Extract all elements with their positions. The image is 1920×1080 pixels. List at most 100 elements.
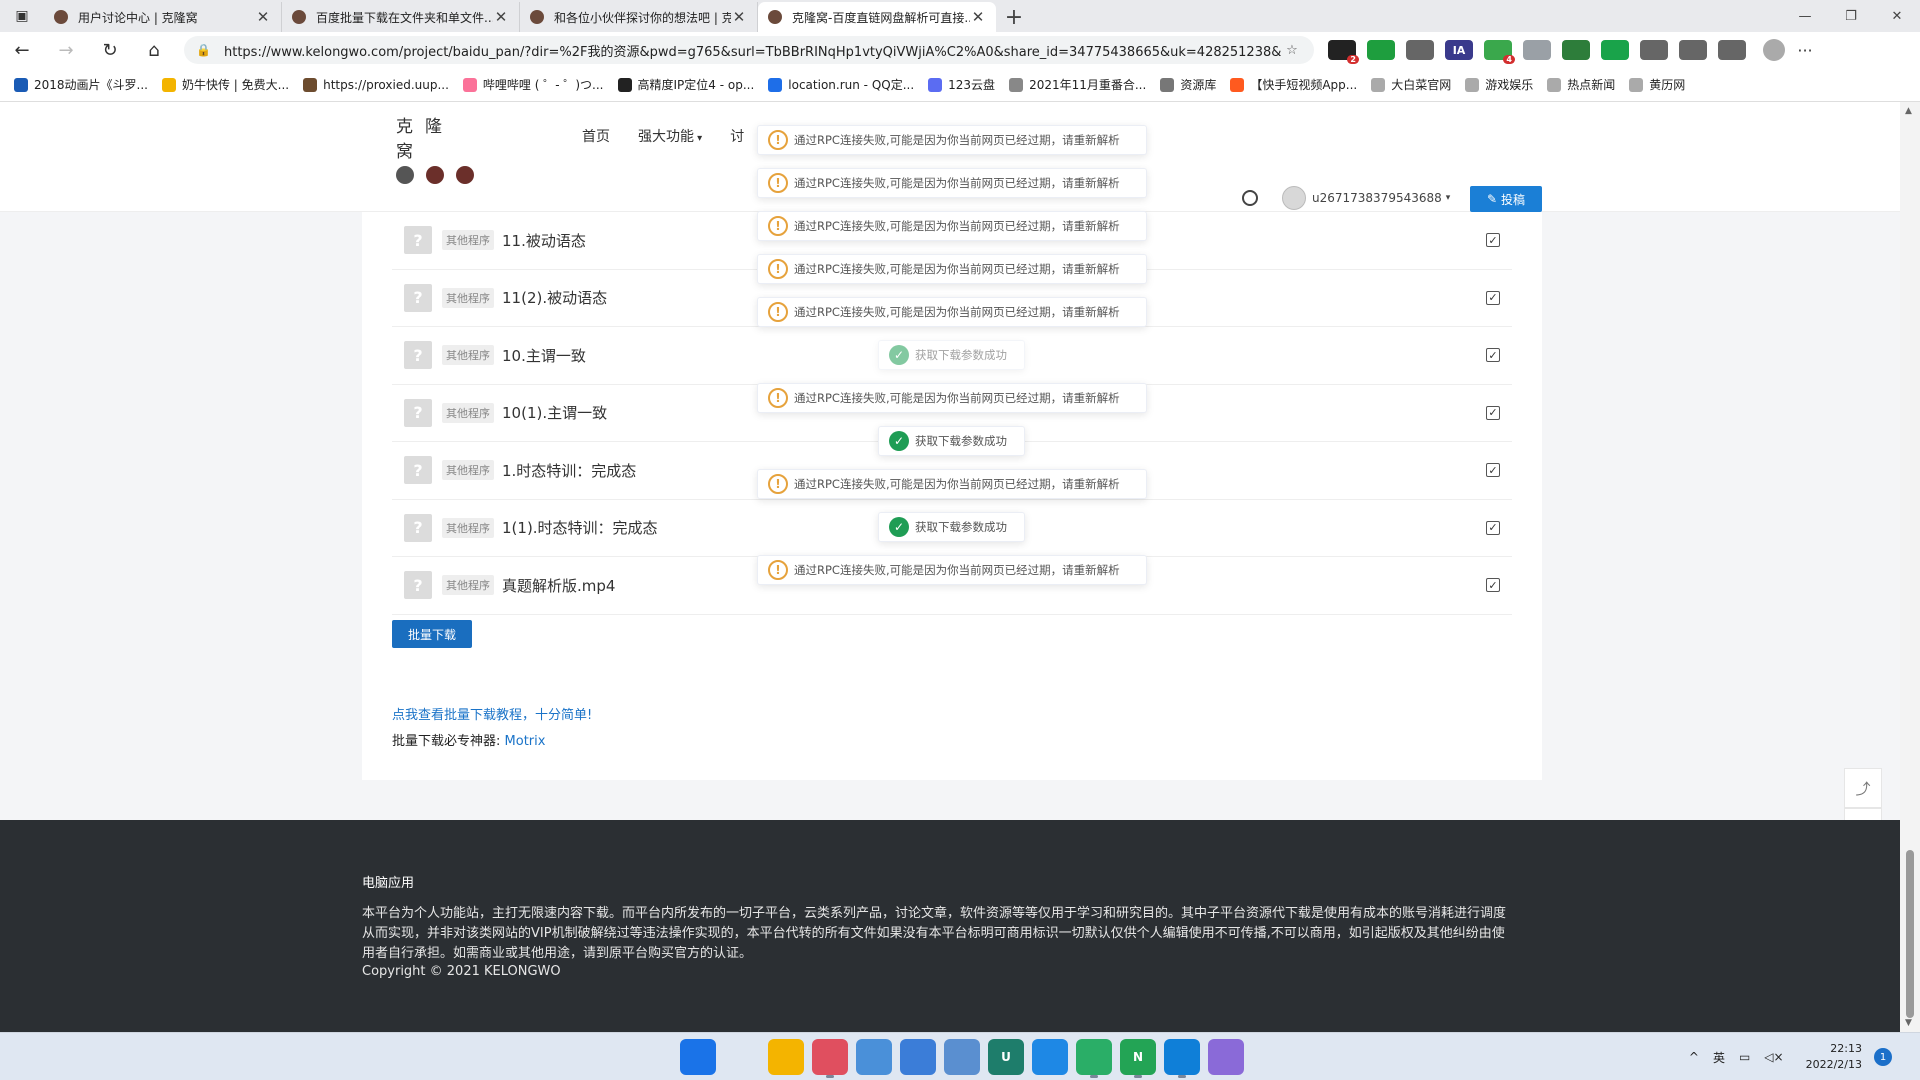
shield-extension-icon[interactable] <box>1367 40 1395 60</box>
tab-close-icon[interactable]: ✕ <box>970 8 986 26</box>
file-name[interactable]: 10(1).主谓一致 <box>502 402 607 423</box>
file-checkbox[interactable]: ✓ <box>1486 578 1500 593</box>
new-tab-button[interactable]: + <box>996 2 1032 32</box>
lock-icon[interactable]: 🔒 <box>196 43 214 57</box>
file-checkbox[interactable]: ✓ <box>1486 290 1500 305</box>
bookmark-item[interactable]: 哔哩哔哩 ( ゜- ゜)つ... <box>462 76 604 93</box>
refresh-icon[interactable]: ↻ <box>88 32 132 68</box>
tab-close-icon[interactable]: ✕ <box>493 8 509 26</box>
bookmark-favicon-icon <box>303 77 318 92</box>
favorites-icon[interactable] <box>1679 40 1707 60</box>
scroll-down-icon[interactable]: ▼ <box>1905 1018 1912 1028</box>
search-icon[interactable] <box>1242 190 1258 206</box>
keyboard-app-icon[interactable] <box>856 1039 892 1075</box>
browser-tab[interactable]: 和各位小伙伴探讨你的想法吧 | 克 ✕ <box>520 2 758 32</box>
bookmark-item[interactable]: 游戏娱乐 <box>1465 76 1533 93</box>
bookmark-item[interactable]: location.run - QQ定... <box>768 76 914 93</box>
notes-app-icon[interactable] <box>1208 1039 1244 1075</box>
home-icon[interactable]: ⌂ <box>132 32 176 68</box>
nav-item[interactable]: 讨 <box>730 126 744 146</box>
file-name[interactable]: 11.被动语态 <box>502 230 586 251</box>
tab-close-icon[interactable]: ✕ <box>255 8 271 26</box>
bookmark-item[interactable]: https://proxied.uup... <box>303 77 449 92</box>
more-menu-icon[interactable]: ··· <box>1785 41 1825 60</box>
bookmark-item[interactable]: 高精度IP定位4 - op... <box>617 76 754 93</box>
clock[interactable]: 22:13 2022/2/13 <box>1806 1041 1862 1073</box>
toast-text: 通过RPC连接失败,可能是因为你当前网页已经过期，请重新解析 <box>794 133 1120 147</box>
ime-indicator[interactable]: 英 <box>1713 1049 1725 1066</box>
globe-extension-icon[interactable] <box>1562 40 1590 60</box>
n-app-icon[interactable]: N <box>1120 1039 1156 1078</box>
browser-tab[interactable]: 用户讨论中心 | 克隆窝 ✕ <box>44 2 282 32</box>
file-checkbox[interactable]: ✓ <box>1486 405 1500 420</box>
ia-extension-icon[interactable]: IA <box>1445 40 1473 60</box>
file-name[interactable]: 1.时态特训：完成态 <box>502 460 636 481</box>
feather-app-icon[interactable] <box>1032 1039 1068 1075</box>
tab-actions-icon[interactable]: ▣ <box>0 0 44 32</box>
batch-download-button[interactable]: 批量下载 <box>392 620 472 648</box>
bookmark-item[interactable]: 奶牛快传 | 免费大... <box>161 76 289 93</box>
forward-icon[interactable]: → <box>44 32 88 68</box>
arrow-extension-icon[interactable] <box>1523 40 1551 60</box>
file-checkbox[interactable]: ✓ <box>1486 463 1500 478</box>
file-name[interactable]: 1(1).时态特训：完成态 <box>502 517 658 538</box>
browser-tab[interactable]: 克隆窝-百度直链网盘解析可直接... ✕ <box>758 2 996 32</box>
share-icon[interactable]: ⤴ <box>1844 768 1882 808</box>
network-icon[interactable]: ▭ <box>1739 1050 1750 1064</box>
snipping-tool-icon[interactable] <box>812 1039 848 1078</box>
page-scrollbar[interactable]: ▲ ▼ <box>1900 102 1920 1032</box>
post-button[interactable]: ✎ 投稿 <box>1470 186 1542 212</box>
bookmark-item[interactable]: 【快手短视频App... <box>1230 76 1357 93</box>
red-badge-extension-icon[interactable]: 2 <box>1328 40 1359 64</box>
address-bar[interactable]: 🔒 https://www.kelongwo.com/project/baidu… <box>184 36 1314 64</box>
profile-avatar[interactable] <box>1763 39 1785 61</box>
file-checkbox[interactable]: ✓ <box>1486 233 1500 248</box>
url-text[interactable]: https://www.kelongwo.com/project/baidu_p… <box>224 41 1282 60</box>
bookmark-item[interactable]: 资源库 <box>1160 76 1216 93</box>
file-checkbox[interactable]: ✓ <box>1486 348 1500 363</box>
scroll-up-icon[interactable]: ▲ <box>1905 106 1912 116</box>
bookmark-item[interactable]: 2018动画片《斗罗... <box>14 76 148 93</box>
wechat-icon[interactable] <box>1076 1039 1112 1078</box>
close-window-icon[interactable]: ✕ <box>1874 0 1920 32</box>
nav-item[interactable]: 强大功能 ▾ <box>638 126 702 146</box>
n-extension-icon[interactable] <box>1601 40 1629 60</box>
browser-tab[interactable]: 百度批量下载在文件夹和单文件... ✕ <box>282 2 520 32</box>
user-menu[interactable]: u2671738379543688 ▾ <box>1282 186 1450 210</box>
file-name[interactable]: 11(2).被动语态 <box>502 287 607 308</box>
bookmark-item[interactable]: 大白菜官网 <box>1371 76 1451 93</box>
chart-app-icon[interactable] <box>944 1039 980 1075</box>
u-app-icon[interactable]: U <box>988 1039 1024 1075</box>
restore-icon[interactable]: ❐ <box>1828 0 1874 32</box>
tutorial-link[interactable]: 点我查看批量下载教程，十分简单! <box>392 704 592 723</box>
scrollbar-thumb[interactable] <box>1906 850 1914 1018</box>
file-explorer-icon[interactable] <box>768 1039 804 1075</box>
notification-badge[interactable]: 1 <box>1874 1048 1892 1066</box>
nav-item[interactable]: 首页 <box>582 126 610 146</box>
edge-icon[interactable] <box>1164 1039 1200 1078</box>
bookmark-item[interactable]: 123云盘 <box>928 76 995 93</box>
photos-icon[interactable] <box>900 1039 936 1075</box>
bookmark-item[interactable]: 热点新闻 <box>1547 76 1615 93</box>
search-icon[interactable] <box>724 1039 760 1075</box>
collections-icon[interactable] <box>1718 40 1746 60</box>
windows-start-icon[interactable] <box>680 1039 716 1075</box>
tab-close-icon[interactable]: ✕ <box>731 8 747 26</box>
minimize-icon[interactable]: — <box>1782 0 1828 32</box>
site-logo[interactable]: 克隆窝 <box>396 112 482 184</box>
puzzle-extension-icon[interactable] <box>1640 40 1668 60</box>
volume-icon[interactable]: ◁× <box>1764 1050 1783 1064</box>
back-icon[interactable]: ← <box>0 32 44 68</box>
file-name[interactable]: 真题解析版.mp4 <box>502 575 615 596</box>
clipboard-extension-icon[interactable] <box>1406 40 1434 60</box>
add-favorite-icon[interactable]: ☆ <box>1282 43 1302 58</box>
bookmark-item[interactable]: 黄历网 <box>1629 76 1685 93</box>
motrix-link[interactable]: Motrix <box>505 734 546 749</box>
green-extension-icon[interactable]: 4 <box>1484 40 1515 64</box>
chevron-up-icon[interactable]: ^ <box>1689 1050 1699 1064</box>
bookmark-item[interactable]: 2021年11月重番合... <box>1009 76 1146 93</box>
bookmark-label: 资源库 <box>1180 78 1217 92</box>
file-name[interactable]: 10.主谓一致 <box>502 345 586 366</box>
file-checkbox[interactable]: ✓ <box>1486 520 1500 535</box>
tab-favicon-icon <box>292 10 306 24</box>
